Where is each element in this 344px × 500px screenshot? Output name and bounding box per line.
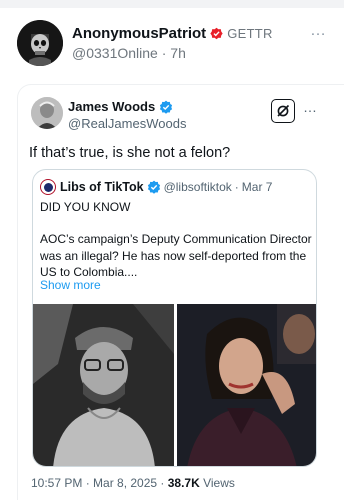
quoted-post[interactable]: Libs of TikTok @libsoftiktok · Mar 7 DID…	[32, 169, 317, 467]
james-woods-name[interactable]: James Woods	[68, 99, 155, 114]
james-woods-handle[interactable]: @RealJamesWoods	[68, 116, 186, 131]
verified-icon	[147, 180, 160, 194]
grok-button[interactable]	[271, 99, 295, 123]
x-post-card: James Woods @RealJamesWoods … If that’s …	[17, 84, 344, 500]
avatar-photo	[31, 97, 63, 129]
views-label: Views	[199, 476, 235, 490]
quoted-author-name[interactable]: Libs of TikTok	[60, 180, 144, 194]
quoted-media	[33, 304, 316, 466]
gettr-verified-icon	[210, 27, 223, 40]
outer-handle-row: @0331Online · 7h	[72, 45, 186, 61]
outer-separator: ·	[161, 45, 167, 61]
gettr-platform-label: GETTR	[227, 26, 273, 41]
quoted-date: Mar 7	[241, 180, 273, 194]
man-photo	[33, 304, 174, 466]
post-timestamp-row: 10:57 PM · Mar 8, 2025 · 38.7K Views	[31, 476, 235, 490]
top-status-strip	[0, 0, 344, 8]
verified-icon	[160, 100, 173, 114]
avatar-logo	[43, 182, 53, 192]
media-photo-left[interactable]	[33, 304, 174, 466]
views-count: 38.7K	[167, 476, 200, 490]
outer-author-avatar[interactable]	[17, 20, 63, 66]
grok-icon	[277, 104, 290, 117]
quoted-text-body: AOC’s campaign’s Deputy Communication Di…	[40, 232, 312, 279]
quoted-author-row: Libs of TikTok @libsoftiktok · Mar 7	[60, 180, 272, 194]
show-more-link[interactable]: Show more	[40, 278, 101, 292]
woman-photo	[177, 304, 316, 466]
quoted-separator: ·	[234, 180, 239, 194]
outer-author-name-row: AnonymousPatriot GETTR	[72, 25, 273, 42]
libs-of-tiktok-avatar[interactable]	[40, 179, 56, 195]
james-woods-avatar[interactable]	[31, 97, 63, 129]
outer-more-icon[interactable]: …	[310, 22, 327, 40]
outer-handle[interactable]: @0331Online	[72, 45, 158, 61]
media-photo-right[interactable]	[177, 304, 316, 466]
quoted-author-handle[interactable]: @libsoftiktok	[164, 180, 232, 194]
outer-author-name[interactable]: AnonymousPatriot	[72, 25, 206, 42]
tweet-text: If that’s true, is she not a felon?	[29, 145, 231, 161]
james-woods-name-row: James Woods	[68, 99, 173, 114]
skull-avatar-icon	[17, 20, 63, 66]
card-more-icon[interactable]: …	[303, 99, 318, 115]
outer-time: 7h	[170, 45, 186, 61]
quoted-text-heading: DID YOU KNOW	[40, 200, 131, 214]
post-timestamp: 10:57 PM · Mar 8, 2025 ·	[31, 476, 168, 490]
